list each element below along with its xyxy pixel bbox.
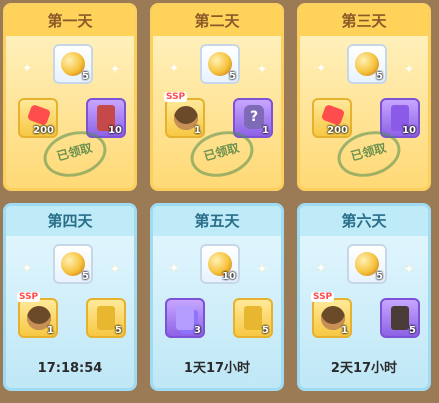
ssp-badge: SSP [164, 92, 188, 102]
sparkle-icon: ✦ [169, 261, 180, 275]
reward-slot: 3 [165, 298, 205, 338]
reward-slot: SSP 1 [311, 292, 352, 338]
reward-slot: SSP 1 [164, 92, 205, 138]
ssp-badge: SSP [311, 292, 335, 302]
day-card-5[interactable]: 第五天 10 3 5 1天17小时 ✦ ✦ [150, 203, 284, 391]
gold-book-icon [97, 306, 115, 330]
top-reward-qty: 5 [376, 271, 383, 282]
top-reward-qty: 5 [229, 71, 236, 82]
top-reward-qty: 5 [82, 71, 89, 82]
sparkle-icon: ✦ [22, 61, 33, 75]
reward-slot: 5 [380, 298, 420, 338]
day-card-6[interactable]: 第六天 5 SSP 1 5 2天17小时 ✦ ✦ [297, 203, 431, 391]
top-reward-slot: 5 [53, 44, 93, 84]
day-card-4[interactable]: 第四天 5 SSP 1 5 17:18:54 ✦ ✦ [3, 203, 137, 391]
day-title: 第五天 [153, 206, 281, 236]
countdown-timer: 1天17小时 [183, 361, 251, 376]
reward-slot: 5 [86, 298, 126, 338]
day-title: 第二天 [153, 6, 281, 36]
day-card-2[interactable]: 第二天 5 SSP 1 ? 1 已领取 ✦ ✦ [150, 3, 284, 191]
sparkle-icon: ✦ [404, 62, 415, 76]
reward-qty: 5 [409, 325, 416, 336]
reward-qty: 3 [194, 325, 201, 336]
reward-qty: 1 [341, 325, 348, 336]
sparkle-icon: ✦ [257, 62, 268, 76]
day-title: 第三天 [300, 6, 428, 36]
reward-qty: 5 [262, 325, 269, 336]
reward-qty: 5 [115, 325, 122, 336]
cards-icon [176, 306, 194, 330]
gold-book-icon [244, 306, 262, 330]
reward-slot: SSP 1 [17, 292, 58, 338]
top-reward-slot: 5 [347, 44, 387, 84]
top-reward-qty: 10 [222, 271, 236, 282]
reward-qty: 1 [194, 125, 201, 136]
top-reward-slot: 10 [200, 244, 240, 284]
red-gem-icon [26, 104, 52, 126]
mystery-bag-icon: ? [244, 105, 264, 129]
sparkle-icon: ✦ [404, 262, 415, 276]
countdown-timer: 17:18:54 [37, 361, 103, 376]
day-title: 第四天 [6, 206, 134, 236]
countdown-timer: 2天17小时 [330, 361, 398, 376]
sparkle-icon: ✦ [169, 61, 180, 75]
top-reward-qty: 5 [82, 271, 89, 282]
reward-qty: 10 [402, 125, 416, 136]
reward-slot: 200 [18, 98, 58, 138]
reward-qty: 200 [33, 125, 54, 136]
top-reward-qty: 5 [376, 71, 383, 82]
day-card-1[interactable]: 第一天 5 200 10 已领取 ✦ ✦ [3, 3, 137, 191]
day-title: 第一天 [6, 6, 134, 36]
sparkle-icon: ✦ [22, 261, 33, 275]
ssp-badge: SSP [17, 292, 41, 302]
sparkle-icon: ✦ [257, 262, 268, 276]
reward-slot: 5 [233, 298, 273, 338]
sparkle-icon: ✦ [110, 62, 121, 76]
red-gem-icon [320, 104, 346, 126]
black-book-icon [391, 306, 409, 330]
top-reward-slot: 5 [200, 44, 240, 84]
top-reward-slot: 5 [347, 244, 387, 284]
reward-slot: 200 [312, 98, 352, 138]
reward-qty: 1 [47, 325, 54, 336]
sparkle-icon: ✦ [110, 262, 121, 276]
sparkle-icon: ✦ [316, 261, 327, 275]
day-card-3[interactable]: 第三天 5 200 10 已领取 ✦ ✦ [297, 3, 431, 191]
reward-qty: 1 [262, 125, 269, 136]
reward-qty: 10 [108, 125, 122, 136]
day-title: 第六天 [300, 206, 428, 236]
reward-qty: 200 [327, 125, 348, 136]
sparkle-icon: ✦ [316, 61, 327, 75]
top-reward-slot: 5 [53, 244, 93, 284]
